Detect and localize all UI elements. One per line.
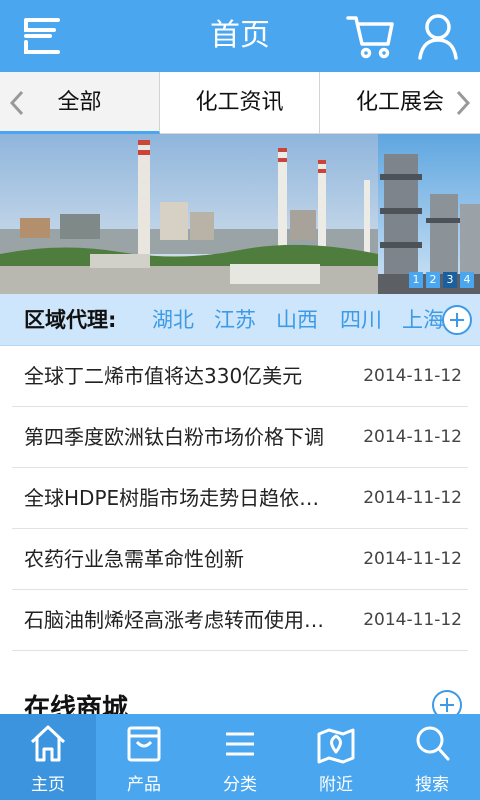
list-icon: [220, 722, 260, 766]
news-date: 2014-11-12: [363, 549, 462, 569]
news-title: 石脑油制烯烃高涨考虑转而使用…: [24, 608, 324, 632]
region-hubei[interactable]: 湖北: [152, 294, 194, 346]
news-date: 2014-11-12: [363, 366, 462, 386]
region-sichuan[interactable]: 四川: [340, 294, 382, 346]
news-date: 2014-11-12: [363, 427, 462, 447]
news-list: 全球丁二烯市值将达330亿美元 2014-11-12 第四季度欧洲钛白粉市场价格…: [0, 346, 480, 651]
nav-label: 产品: [127, 775, 161, 795]
news-title: 农药行业急需革命性创新: [24, 547, 244, 571]
carousel-dot-1[interactable]: 1: [409, 272, 423, 288]
region-shanghai[interactable]: 上海: [402, 294, 444, 346]
news-item[interactable]: 第四季度欧洲钛白粉市场价格下调 2014-11-12: [12, 407, 468, 468]
cart-icon[interactable]: [344, 10, 396, 62]
nav-nearby[interactable]: 附近: [288, 714, 384, 800]
news-title: 全球HDPE树脂市场走势日趋依…: [24, 486, 320, 510]
page-title: 首页: [210, 18, 270, 53]
carousel-dot-4[interactable]: 4: [460, 272, 474, 288]
nav-label: 搜索: [415, 775, 449, 795]
carousel-dot-3[interactable]: 3: [443, 272, 457, 288]
news-item[interactable]: 全球HDPE树脂市场走势日趋依… 2014-11-12: [12, 468, 468, 529]
nav-label: 附近: [319, 775, 353, 795]
news-date: 2014-11-12: [363, 488, 462, 508]
home-icon: [28, 722, 68, 766]
map-icon: [316, 722, 356, 766]
user-icon[interactable]: [412, 10, 464, 62]
banner-carousel[interactable]: 1 2 3 4: [0, 134, 480, 294]
carousel-dot-2[interactable]: 2: [426, 272, 440, 288]
news-date: 2014-11-12: [363, 610, 462, 630]
nav-categories[interactable]: 分类: [192, 714, 288, 800]
nav-label: 分类: [223, 775, 257, 795]
region-label: 区域代理:: [24, 308, 117, 332]
search-icon: [412, 722, 452, 766]
chevron-left-icon[interactable]: [8, 89, 26, 117]
news-title: 第四季度欧洲钛白粉市场价格下调: [24, 425, 324, 449]
bottom-nav: 主页 产品 分类 附近 搜索: [0, 714, 480, 800]
banner-image: [0, 134, 480, 294]
nav-label: 主页: [31, 775, 65, 795]
region-agent-bar: 区域代理: 湖北 江苏 山西 四川 上海: [0, 294, 480, 346]
region-shanxi[interactable]: 山西: [276, 294, 318, 346]
nav-search[interactable]: 搜索: [384, 714, 480, 800]
news-item[interactable]: 石脑油制烯烃高涨考虑转而使用… 2014-11-12: [12, 590, 468, 651]
category-tabs: 全部 化工资讯 化工展会: [0, 72, 480, 134]
news-item[interactable]: 全球丁二烯市值将达330亿美元 2014-11-12: [12, 346, 468, 407]
news-title: 全球丁二烯市值将达330亿美元: [24, 364, 303, 388]
news-item[interactable]: 农药行业急需革命性创新 2014-11-12: [12, 529, 468, 590]
carousel-indicator: 1 2 3 4: [409, 272, 474, 288]
top-header: 首页: [0, 0, 480, 72]
tab-chemical-news[interactable]: 化工资讯: [160, 72, 320, 134]
chevron-right-icon[interactable]: [454, 89, 472, 117]
region-jiangsu[interactable]: 江苏: [214, 294, 256, 346]
bag-icon: [124, 722, 164, 766]
nav-home[interactable]: 主页: [0, 714, 96, 800]
nav-products[interactable]: 产品: [96, 714, 192, 800]
region-more-plus-icon[interactable]: [442, 305, 472, 335]
